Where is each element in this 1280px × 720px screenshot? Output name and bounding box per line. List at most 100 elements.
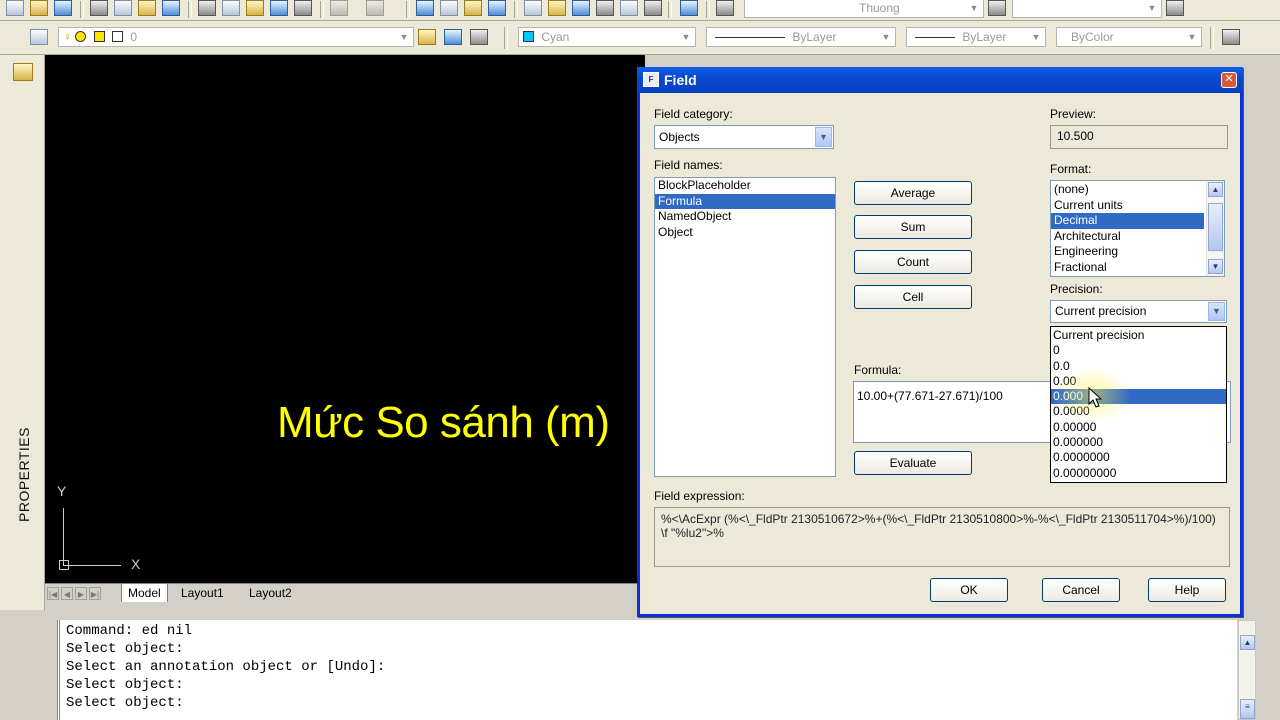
text-style-icon[interactable] (716, 0, 734, 16)
last-tab-icon[interactable]: ▶| (89, 587, 101, 600)
layer-combo[interactable]: ♀ 0 ▼ (58, 27, 414, 47)
design-center-icon[interactable] (548, 0, 566, 16)
dropdown-option[interactable]: 0.00 (1051, 374, 1226, 389)
text-style-combo[interactable]: Thuong ▼ (744, 0, 984, 18)
list-item-selected[interactable]: Decimal (1051, 213, 1204, 229)
undo-icon[interactable] (330, 0, 348, 16)
markup-icon[interactable] (620, 0, 638, 16)
styles-icon[interactable] (1222, 29, 1240, 45)
open-icon[interactable] (30, 0, 48, 16)
precision-select[interactable]: Current precision ▼ (1050, 300, 1227, 323)
field-names-list[interactable]: BlockPlaceholder Formula NamedObject Obj… (654, 177, 836, 477)
dimension-style-combo[interactable]: ▼ (1012, 0, 1162, 18)
tab-layout2[interactable]: Layout2 (243, 584, 298, 602)
dialog-title: Field (664, 72, 697, 88)
dropdown-option[interactable]: 0.0000000 (1051, 450, 1226, 465)
format-list[interactable]: (none) Current units Decimal Architectur… (1050, 180, 1225, 277)
properties-palette-strip[interactable]: PROPERTIES (0, 55, 45, 610)
list-item[interactable]: BlockPlaceholder (655, 178, 835, 194)
format-scrollbar[interactable]: ▲ ▼ (1206, 181, 1224, 276)
dialog-titlebar[interactable]: F Field ✕ (637, 67, 1243, 93)
block-editor-icon[interactable] (294, 0, 312, 16)
precision-dropdown-list[interactable]: Current precision 0 0.0 0.00 0.000 0.000… (1050, 326, 1227, 483)
zoom-window-icon[interactable] (464, 0, 482, 16)
dropdown-option[interactable]: Current precision (1051, 328, 1226, 343)
prev-tab-icon[interactable]: ◀ (61, 587, 73, 600)
chevron-down-icon[interactable]: ▼ (1208, 302, 1225, 321)
paste-icon[interactable] (246, 0, 264, 16)
plotstyle-combo[interactable]: ByColor ▼ (1056, 27, 1202, 47)
dropdown-option[interactable]: 0 (1051, 343, 1226, 358)
match-properties-icon[interactable] (270, 0, 288, 16)
quickcalc-icon[interactable] (644, 0, 662, 16)
tab-model[interactable]: Model (121, 584, 168, 602)
redo-icon[interactable] (366, 0, 384, 16)
3d-dwf-icon[interactable] (162, 0, 180, 16)
palette-properties-icon[interactable] (13, 63, 33, 81)
scroll-up-icon[interactable]: ▲ (1240, 635, 1255, 650)
field-category-select[interactable]: Objects ▼ (654, 125, 834, 149)
layer-previous-icon[interactable] (444, 29, 462, 45)
list-item-selected[interactable]: Formula (655, 193, 835, 210)
publish-icon[interactable] (138, 0, 156, 16)
average-button[interactable]: Average (854, 181, 972, 205)
save-icon[interactable] (54, 0, 72, 16)
zoom-realtime-icon[interactable] (440, 0, 458, 16)
tab-layout1[interactable]: Layout1 (175, 584, 230, 602)
pan-icon[interactable] (416, 0, 434, 16)
sheet-set-icon[interactable] (596, 0, 614, 16)
next-tab-icon[interactable]: ▶ (75, 587, 87, 600)
dropdown-option[interactable]: 0.00000000 (1051, 466, 1226, 481)
count-button[interactable]: Count (854, 250, 972, 274)
first-tab-icon[interactable]: |◀ (47, 587, 59, 600)
new-icon[interactable] (6, 0, 24, 16)
table-style-icon[interactable] (1166, 0, 1184, 16)
print-icon[interactable] (90, 0, 108, 16)
dropdown-option[interactable]: 0.000000 (1051, 435, 1226, 450)
evaluate-button[interactable]: Evaluate (854, 451, 972, 475)
list-item[interactable]: Object (655, 225, 835, 241)
layer-states-icon[interactable] (470, 29, 488, 45)
command-history[interactable]: Command: ed nil Select object: Select an… (57, 620, 1237, 720)
make-object-layer-current-icon[interactable] (418, 29, 436, 45)
precision-value: Current precision (1055, 304, 1147, 318)
list-item[interactable]: Architectural (1051, 229, 1224, 245)
cell-button[interactable]: Cell (854, 285, 972, 309)
close-icon[interactable]: ✕ (1221, 72, 1237, 88)
layer-manager-icon[interactable] (30, 29, 48, 45)
properties-icon[interactable] (524, 0, 542, 16)
list-item[interactable]: NamedObject (655, 209, 835, 225)
help-icon[interactable] (680, 0, 698, 16)
help-button[interactable]: Help (1148, 578, 1226, 602)
plot-preview-icon[interactable] (114, 0, 132, 16)
dropdown-option[interactable]: 0.00000 (1051, 420, 1226, 435)
command-scrollbar[interactable]: ▲ ≡ (1238, 620, 1256, 720)
list-item[interactable]: (none) (1051, 182, 1224, 198)
field-dialog: F Field ✕ Field category: Objects ▼ Fiel… (637, 67, 1243, 617)
linetype-combo[interactable]: ByLayer ▼ (706, 27, 896, 47)
list-item[interactable]: Fractional (1051, 260, 1224, 276)
scroll-down-icon[interactable]: ▼ (1208, 259, 1223, 274)
ok-button[interactable]: OK (930, 578, 1008, 602)
dropdown-option[interactable]: 0.0 (1051, 359, 1226, 374)
scroll-up-icon[interactable]: ▲ (1208, 182, 1223, 197)
scroll-thumb[interactable]: ≡ (1240, 699, 1255, 719)
mouse-pointer-icon (1088, 387, 1102, 408)
cut-icon[interactable] (198, 0, 216, 16)
zoom-previous-icon[interactable] (488, 0, 506, 16)
cancel-button[interactable]: Cancel (1042, 578, 1120, 602)
drawing-canvas[interactable]: Mức So sánh (m) Y X (45, 55, 645, 583)
lineweight-combo[interactable]: ByLayer ▼ (906, 27, 1046, 47)
dimension-style-icon[interactable] (988, 0, 1006, 16)
ucs-y-axis (63, 508, 64, 566)
tool-palettes-icon[interactable] (572, 0, 590, 16)
scroll-thumb[interactable] (1208, 203, 1223, 251)
dropdown-option-highlighted[interactable]: 0.000 (1051, 389, 1226, 405)
list-item[interactable]: Current units (1051, 198, 1224, 214)
sum-button[interactable]: Sum (854, 215, 972, 239)
copy-icon[interactable] (222, 0, 240, 16)
color-combo[interactable]: Cyan ▼ (518, 27, 696, 47)
chevron-down-icon[interactable]: ▼ (815, 127, 832, 147)
list-item[interactable]: Engineering (1051, 244, 1224, 260)
dropdown-option[interactable]: 0.0000 (1051, 404, 1226, 419)
